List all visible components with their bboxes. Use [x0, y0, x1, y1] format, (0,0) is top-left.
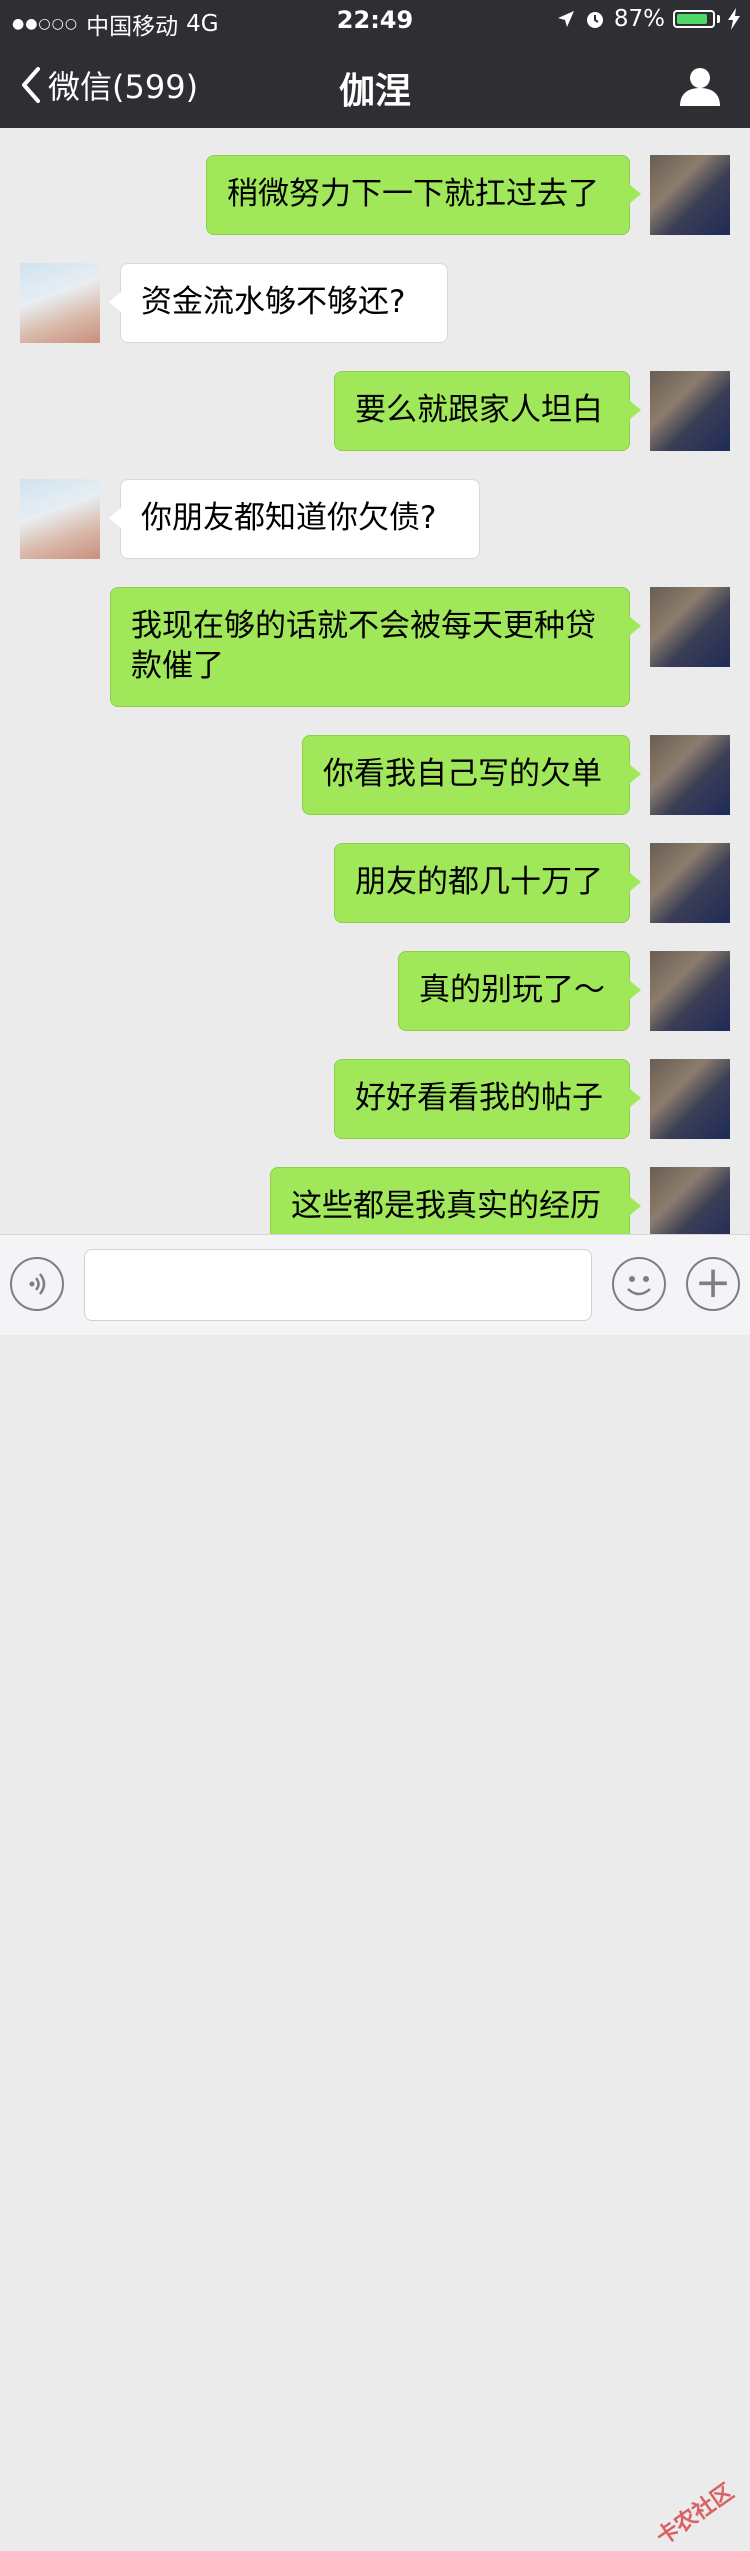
message-bubble-sent[interactable]: 好好看看我的帖子	[334, 1059, 641, 1139]
emoji-button[interactable]	[612, 1257, 666, 1311]
contact-avatar[interactable]	[20, 479, 100, 559]
my-avatar[interactable]	[650, 843, 730, 923]
status-bar: ●●○○○ 中国移动 4G 22:49 87%	[0, 0, 750, 40]
voice-icon	[29, 1273, 46, 1295]
message-bubble-received[interactable]: 你朋友都知道你欠债?	[109, 479, 480, 559]
nav-bar: 微信(599) 伽涅	[0, 40, 750, 128]
message-bubble-sent[interactable]: 稍微努力下一下就扛过去了	[206, 155, 641, 235]
battery-percent: 87%	[613, 6, 665, 32]
message-input[interactable]	[84, 1249, 592, 1321]
my-avatar[interactable]	[650, 951, 730, 1031]
message-bubble-sent[interactable]: 真的别玩了～	[398, 951, 641, 1031]
location-icon	[557, 11, 574, 27]
message-bubble-sent[interactable]: 朋友的都几十万了	[334, 843, 641, 923]
input-bar: + 卡农社区	[0, 1234, 750, 2551]
alarm-icon	[586, 12, 603, 28]
voice-button[interactable]	[10, 1257, 64, 1311]
charging-icon	[728, 8, 740, 30]
my-avatar[interactable]	[650, 735, 730, 815]
battery-icon	[673, 10, 715, 28]
plus-button[interactable]: +	[686, 1257, 740, 1311]
status-right: 87%	[556, 6, 740, 32]
battery-level	[677, 14, 707, 24]
message-bubble-sent[interactable]: 你看我自己写的欠单	[302, 735, 641, 815]
watermark: 卡农社区	[652, 2479, 739, 2551]
my-avatar[interactable]	[650, 1167, 730, 1234]
my-avatar[interactable]	[650, 155, 730, 235]
my-avatar[interactable]	[650, 371, 730, 451]
chat-title: 伽涅	[338, 71, 411, 112]
contact-avatar[interactable]	[20, 263, 100, 343]
message-bubble-sent[interactable]: 我现在够的话就不会被每天更种贷款催了	[110, 587, 641, 707]
message-bubble-sent[interactable]: 这些都是我真实的经历	[270, 1167, 641, 1234]
person-icon[interactable]	[678, 64, 722, 108]
chat-area[interactable]: 稍微努力下一下就扛过去了 资金流水够不够还? 要么就跟家人坦白 你朋友都知道你欠…	[0, 128, 750, 1234]
plus-icon: +	[694, 1257, 732, 1308]
battery-cap	[717, 15, 720, 23]
message-bubble-sent[interactable]: 要么就跟家人坦白	[334, 371, 641, 451]
message-bubble-received[interactable]: 资金流水够不够还?	[109, 263, 448, 343]
my-avatar[interactable]	[650, 587, 730, 667]
my-avatar[interactable]	[650, 1059, 730, 1139]
emoji-icon	[627, 1276, 651, 1296]
